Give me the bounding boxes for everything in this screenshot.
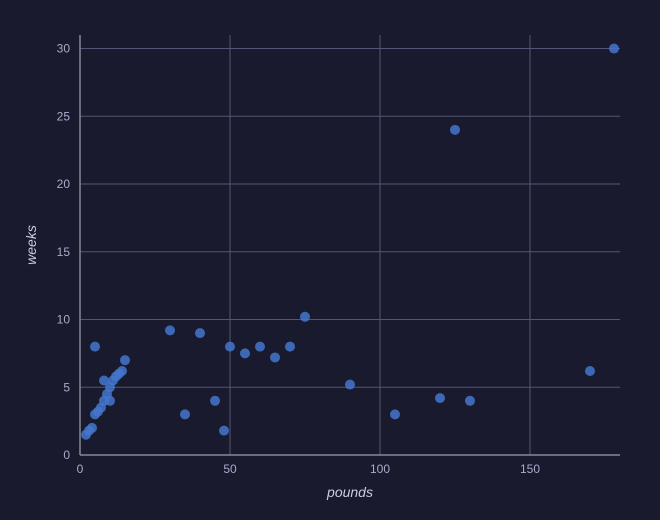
data-point: [450, 125, 460, 135]
svg-text:0: 0: [77, 462, 84, 476]
data-point: [195, 328, 205, 338]
data-point: [87, 423, 97, 433]
data-point: [585, 366, 595, 376]
data-point: [435, 393, 445, 403]
svg-text:15: 15: [57, 245, 71, 259]
data-point: [240, 348, 250, 358]
data-point: [219, 426, 229, 436]
svg-text:20: 20: [57, 177, 71, 191]
data-point: [105, 396, 115, 406]
svg-text:100: 100: [370, 462, 390, 476]
scatter-plot: 0 50 100 150 0 5 10 15 20 25 30 pounds weeks: [20, 15, 640, 505]
svg-text:5: 5: [63, 380, 70, 394]
x-axis-label: pounds: [326, 484, 373, 500]
data-point: [465, 396, 475, 406]
chart-container: 0 50 100 150 0 5 10 15 20 25 30 pounds weeks: [20, 15, 640, 505]
data-point: [285, 342, 295, 352]
svg-text:50: 50: [223, 462, 237, 476]
data-point: [255, 342, 265, 352]
data-point: [390, 409, 400, 419]
data-point: [180, 409, 190, 419]
data-point: [120, 355, 130, 365]
data-point: [165, 325, 175, 335]
data-point: [225, 342, 235, 352]
svg-text:0: 0: [63, 448, 70, 462]
data-point: [345, 380, 355, 390]
svg-text:30: 30: [57, 42, 71, 56]
data-point: [210, 396, 220, 406]
data-point: [609, 44, 619, 54]
data-point: [99, 375, 109, 385]
svg-text:10: 10: [57, 313, 71, 327]
data-point: [90, 342, 100, 352]
svg-text:25: 25: [57, 109, 71, 123]
y-axis-label: weeks: [23, 225, 39, 265]
data-point: [270, 352, 280, 362]
data-point: [300, 312, 310, 322]
data-point: [117, 366, 127, 376]
svg-text:150: 150: [520, 462, 540, 476]
